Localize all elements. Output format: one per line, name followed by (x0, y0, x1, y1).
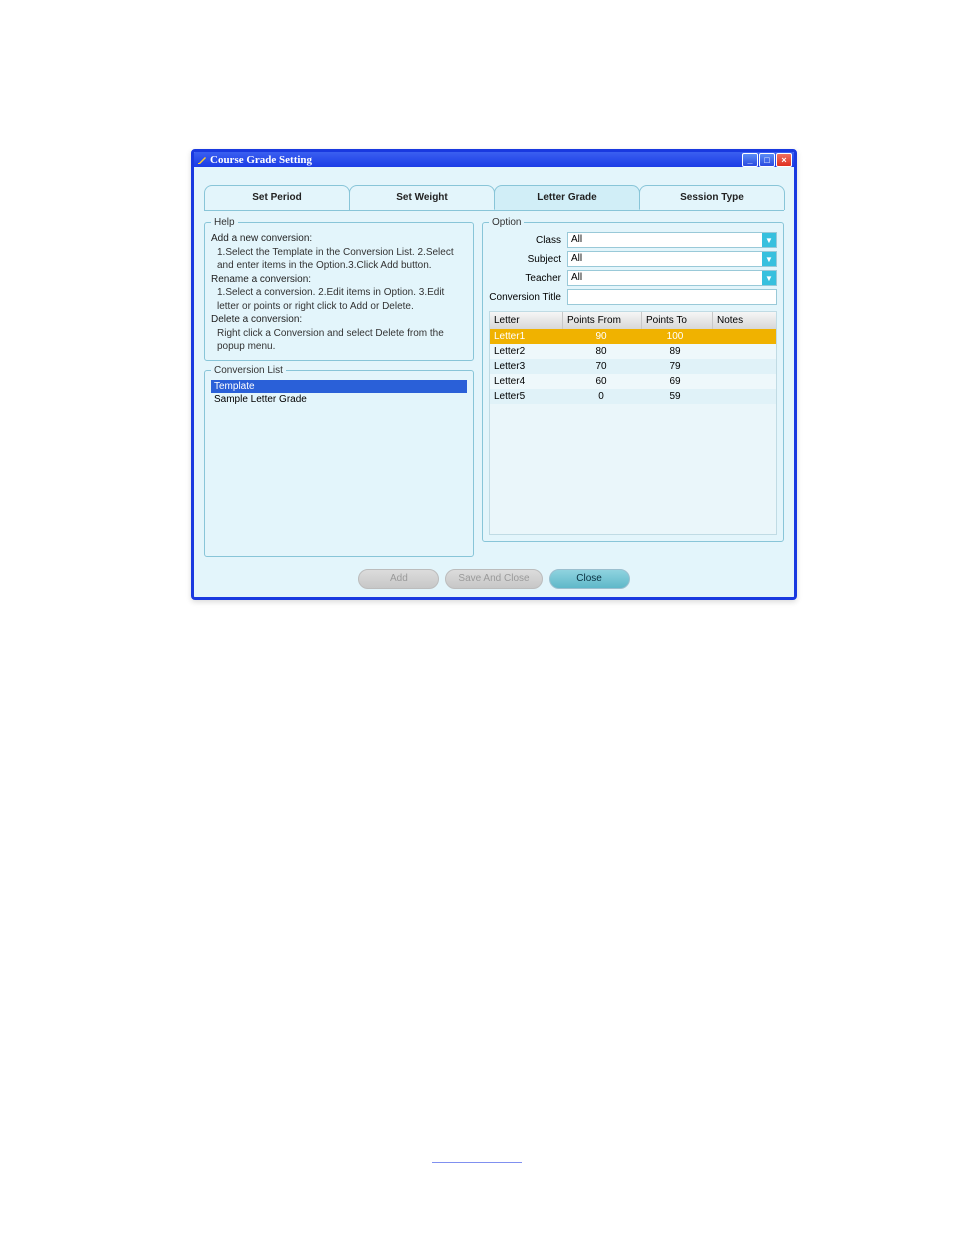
grid-row[interactable]: Letter4 60 69 (490, 374, 776, 389)
cell-to[interactable]: 79 (640, 359, 710, 374)
option-legend: Option (489, 217, 524, 228)
grade-grid: Letter Points From Points To Notes Lette… (489, 311, 777, 535)
grid-row[interactable]: Letter1 90 100 (490, 329, 776, 344)
subject-label: Subject (489, 254, 567, 265)
close-button[interactable]: Close (549, 569, 630, 589)
conversion-title-label: Conversion Title (489, 292, 567, 303)
cell-to[interactable]: 69 (640, 374, 710, 389)
cell-to[interactable]: 59 (640, 389, 710, 404)
maximize-button[interactable]: □ (759, 153, 775, 167)
conversion-list[interactable]: Template Sample Letter Grade (211, 380, 467, 550)
title-bar[interactable]: Course Grade Setting _ □ × (194, 152, 794, 167)
client-area: Set Period Set Weight Letter Grade Sessi… (194, 167, 794, 597)
cell-from[interactable]: 60 (562, 374, 640, 389)
window-controls: _ □ × (742, 153, 792, 167)
col-points-to[interactable]: Points To (642, 312, 713, 329)
option-form: Class All ▼ Subject All ▼ Teacher All (489, 232, 777, 305)
subject-value: All (568, 252, 762, 266)
help-add-body: 1.Select the Template in the Conversion … (211, 246, 467, 273)
option-group: Option Class All ▼ Subject All ▼ Teacher (482, 217, 784, 542)
col-letter[interactable]: Letter (490, 312, 563, 329)
teacher-value: All (568, 271, 762, 285)
help-body: Add a new conversion: 1.Select the Templ… (211, 232, 467, 354)
window-title: Course Grade Setting (210, 154, 742, 166)
cell-to[interactable]: 89 (640, 344, 710, 359)
conversion-item-template[interactable]: Template (211, 380, 467, 393)
help-rename-head: Rename a conversion: (211, 273, 467, 287)
cell-notes[interactable] (710, 374, 776, 389)
grid-row[interactable]: Letter3 70 79 (490, 359, 776, 374)
conversion-title-input[interactable] (567, 289, 777, 305)
cell-letter[interactable]: Letter2 (490, 344, 562, 359)
close-window-button[interactable]: × (776, 153, 792, 167)
conversion-list-legend: Conversion List (211, 365, 286, 376)
cell-notes[interactable] (710, 329, 776, 344)
minimize-button[interactable]: _ (742, 153, 758, 167)
cell-letter[interactable]: Letter5 (490, 389, 562, 404)
dropdown-icon[interactable]: ▼ (762, 233, 776, 247)
dropdown-icon[interactable]: ▼ (762, 271, 776, 285)
col-notes[interactable]: Notes (713, 312, 776, 329)
button-row: Add Save And Close Close (194, 565, 794, 597)
conversion-item-sample[interactable]: Sample Letter Grade (211, 393, 467, 406)
footer-link[interactable] (432, 1162, 522, 1163)
dropdown-icon[interactable]: ▼ (762, 252, 776, 266)
teacher-label: Teacher (489, 273, 567, 284)
class-label: Class (489, 235, 567, 246)
cell-to[interactable]: 100 (640, 329, 710, 344)
cell-from[interactable]: 80 (562, 344, 640, 359)
grid-row[interactable]: Letter5 0 59 (490, 389, 776, 404)
help-delete-head: Delete a conversion: (211, 313, 467, 327)
grid-row[interactable]: Letter2 80 89 (490, 344, 776, 359)
cell-letter[interactable]: Letter3 (490, 359, 562, 374)
teacher-combo[interactable]: All ▼ (567, 270, 777, 286)
help-legend: Help (211, 217, 238, 228)
tab-panel: Help Add a new conversion: 1.Select the … (204, 210, 784, 557)
cell-notes[interactable] (710, 389, 776, 404)
conversion-list-group: Conversion List Template Sample Letter G… (204, 365, 474, 557)
dialog-window: Course Grade Setting _ □ × Set Period Se… (191, 149, 797, 600)
help-rename-body: 1.Select a conversion. 2.Edit items in O… (211, 286, 467, 313)
tab-letter-grade[interactable]: Letter Grade (494, 185, 640, 210)
tab-set-weight[interactable]: Set Weight (349, 185, 495, 210)
class-value: All (568, 233, 762, 247)
cell-from[interactable]: 90 (562, 329, 640, 344)
grid-header: Letter Points From Points To Notes (490, 312, 776, 329)
save-and-close-button: Save And Close (445, 569, 542, 589)
cell-from[interactable]: 70 (562, 359, 640, 374)
help-group: Help Add a new conversion: 1.Select the … (204, 217, 474, 361)
help-add-head: Add a new conversion: (211, 232, 467, 246)
grid-body[interactable]: Letter1 90 100 Letter2 80 89 (490, 329, 776, 534)
class-combo[interactable]: All ▼ (567, 232, 777, 248)
help-delete-body: Right click a Conversion and select Dele… (211, 327, 467, 354)
right-column: Option Class All ▼ Subject All ▼ Teacher (482, 217, 784, 557)
cell-notes[interactable] (710, 344, 776, 359)
subject-combo[interactable]: All ▼ (567, 251, 777, 267)
add-button: Add (358, 569, 439, 589)
cell-letter[interactable]: Letter1 (490, 329, 562, 344)
cell-letter[interactable]: Letter4 (490, 374, 562, 389)
col-points-from[interactable]: Points From (563, 312, 642, 329)
cell-notes[interactable] (710, 359, 776, 374)
tab-session-type[interactable]: Session Type (639, 185, 785, 210)
tabs: Set Period Set Weight Letter Grade Sessi… (194, 167, 794, 210)
app-icon (197, 155, 207, 165)
cell-from[interactable]: 0 (562, 389, 640, 404)
left-column: Help Add a new conversion: 1.Select the … (204, 217, 474, 557)
tab-set-period[interactable]: Set Period (204, 185, 350, 210)
